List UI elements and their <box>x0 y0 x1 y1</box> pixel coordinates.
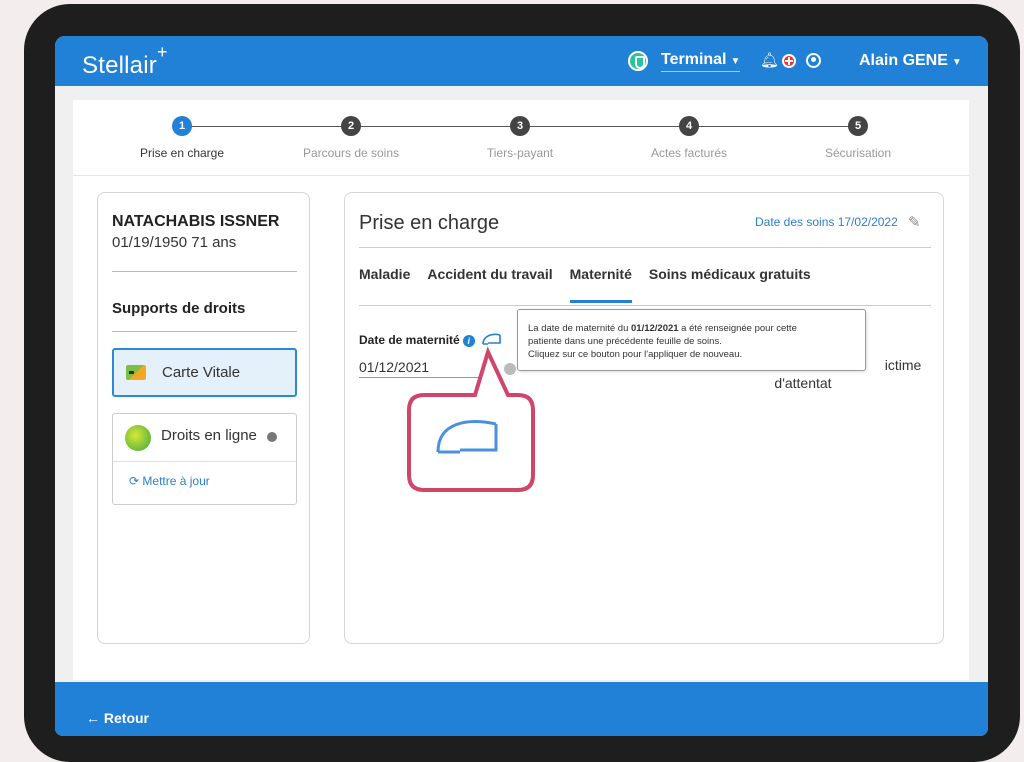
user-menu[interactable]: Alain GENE ▼ <box>859 52 962 70</box>
carte-vitale-button[interactable]: Carte Vitale <box>112 348 297 397</box>
divider <box>112 331 297 332</box>
shield-icon[interactable] <box>628 51 648 71</box>
retour-button[interactable]: ← Retour <box>86 710 149 726</box>
pencil-icon[interactable]: ✎ <box>908 213 921 231</box>
step-4[interactable]: 4 Actes facturés <box>604 116 774 160</box>
tab-soins-medicaux-gratuits[interactable]: Soins médicaux gratuits <box>649 266 811 303</box>
page-title: Prise en charge <box>359 212 500 234</box>
flag-icon[interactable] <box>782 54 796 68</box>
droits-en-ligne-label: Droits en ligne <box>161 427 257 444</box>
chevron-down-icon: ▼ <box>951 57 962 68</box>
tab-maladie[interactable]: Maladie <box>359 266 410 303</box>
chevron-down-icon: ▼ <box>730 56 741 67</box>
step-3[interactable]: 3 Tiers-payant <box>435 116 605 160</box>
status-dot <box>267 432 277 442</box>
step-1[interactable]: 1 Prise en charge <box>97 116 267 160</box>
adri-logo-icon <box>125 425 151 451</box>
step-2[interactable]: 2 Parcours de soins <box>266 116 436 160</box>
patient-dob: 01/19/1950 71 ans <box>112 234 237 251</box>
refresh-icon: ⟳ <box>129 474 140 488</box>
terminal-menu[interactable]: Terminal ▼ <box>661 51 741 72</box>
patient-name: NATACHABIS ISSNER <box>112 213 280 230</box>
stepper: 1 Prise en charge 2 Parcours de soins 3 Tie… <box>73 100 969 176</box>
callout-highlight <box>407 346 535 492</box>
bell-icon[interactable]: 🔔︎ <box>760 51 779 69</box>
user-icon[interactable] <box>806 53 821 68</box>
tooltip: La date de maternité du 01/12/2021 a été… <box>517 309 866 371</box>
carte-vitale-label: Carte Vitale <box>162 364 241 381</box>
carte-vitale-icon <box>126 365 146 380</box>
patient-card: NATACHABIS ISSNER 01/19/1950 71 ans Supp… <box>97 192 310 644</box>
app-logo[interactable]: Stellair+ <box>82 42 168 80</box>
tab-maternite[interactable]: Maternité <box>569 266 632 303</box>
divider <box>359 247 931 248</box>
divider <box>112 271 297 272</box>
divider <box>359 305 931 306</box>
divider <box>113 461 296 462</box>
footer-bar <box>55 682 988 736</box>
date-soins-link[interactable]: Date des soins 17/02/2022 <box>755 215 898 229</box>
top-bar: Stellair+ Terminal ▼ 🔔︎ Alain GENE ▼ <box>55 36 988 86</box>
tab-accident-du-travail[interactable]: Accident du travail <box>427 266 552 303</box>
droits-en-ligne-box[interactable]: Droits en ligne ⟳ Mettre à jour <box>112 413 297 505</box>
tabs: Maladie Accident du travail Maternité So… <box>359 266 811 303</box>
supports-title: Supports de droits <box>112 300 246 317</box>
step-5[interactable]: 5 Sécurisation <box>773 116 943 160</box>
mettre-a-jour-link[interactable]: ⟳ Mettre à jour <box>129 474 210 488</box>
